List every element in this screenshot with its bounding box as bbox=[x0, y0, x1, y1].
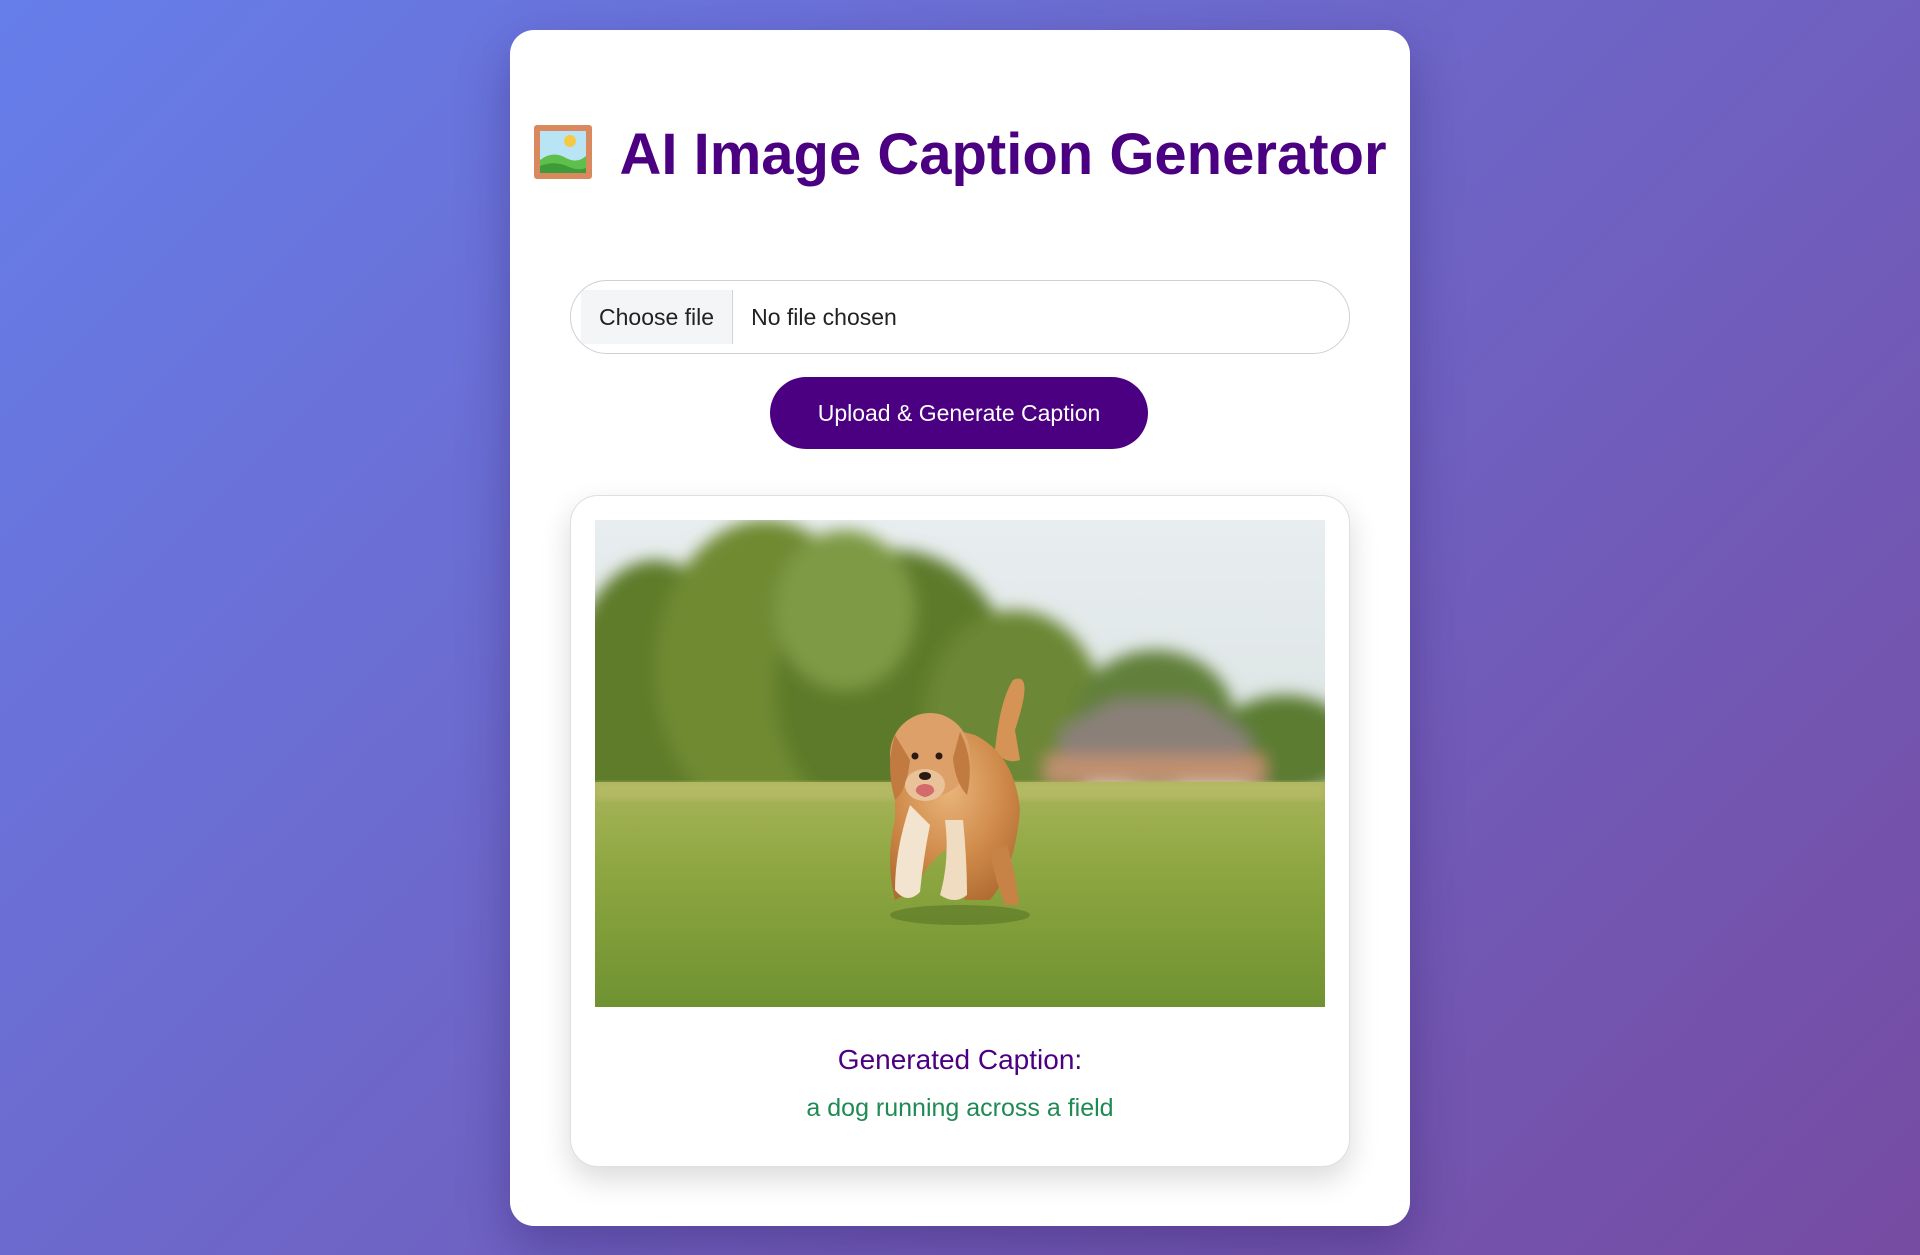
framed-picture-icon bbox=[533, 124, 593, 180]
generated-caption: a dog running across a field bbox=[806, 1094, 1114, 1122]
upload-generate-button[interactable]: Upload & Generate Caption bbox=[770, 377, 1148, 449]
choose-file-button[interactable]: Choose file bbox=[581, 290, 734, 344]
file-status-text: No file chosen bbox=[751, 303, 897, 330]
uploaded-image bbox=[595, 520, 1325, 1007]
file-input[interactable]: Choose file No file chosen bbox=[570, 280, 1350, 354]
result-card: Generated Caption: a dog running across … bbox=[570, 495, 1350, 1167]
page-title-text: AI Image Caption Generator bbox=[619, 122, 1387, 187]
caption-heading: Generated Caption: bbox=[837, 1044, 1083, 1075]
dog-photo bbox=[595, 520, 1325, 1007]
page-title: AI Image Caption Generator bbox=[510, 118, 1410, 192]
main-card: AI Image Caption Generator Choose file N… bbox=[510, 30, 1410, 1226]
